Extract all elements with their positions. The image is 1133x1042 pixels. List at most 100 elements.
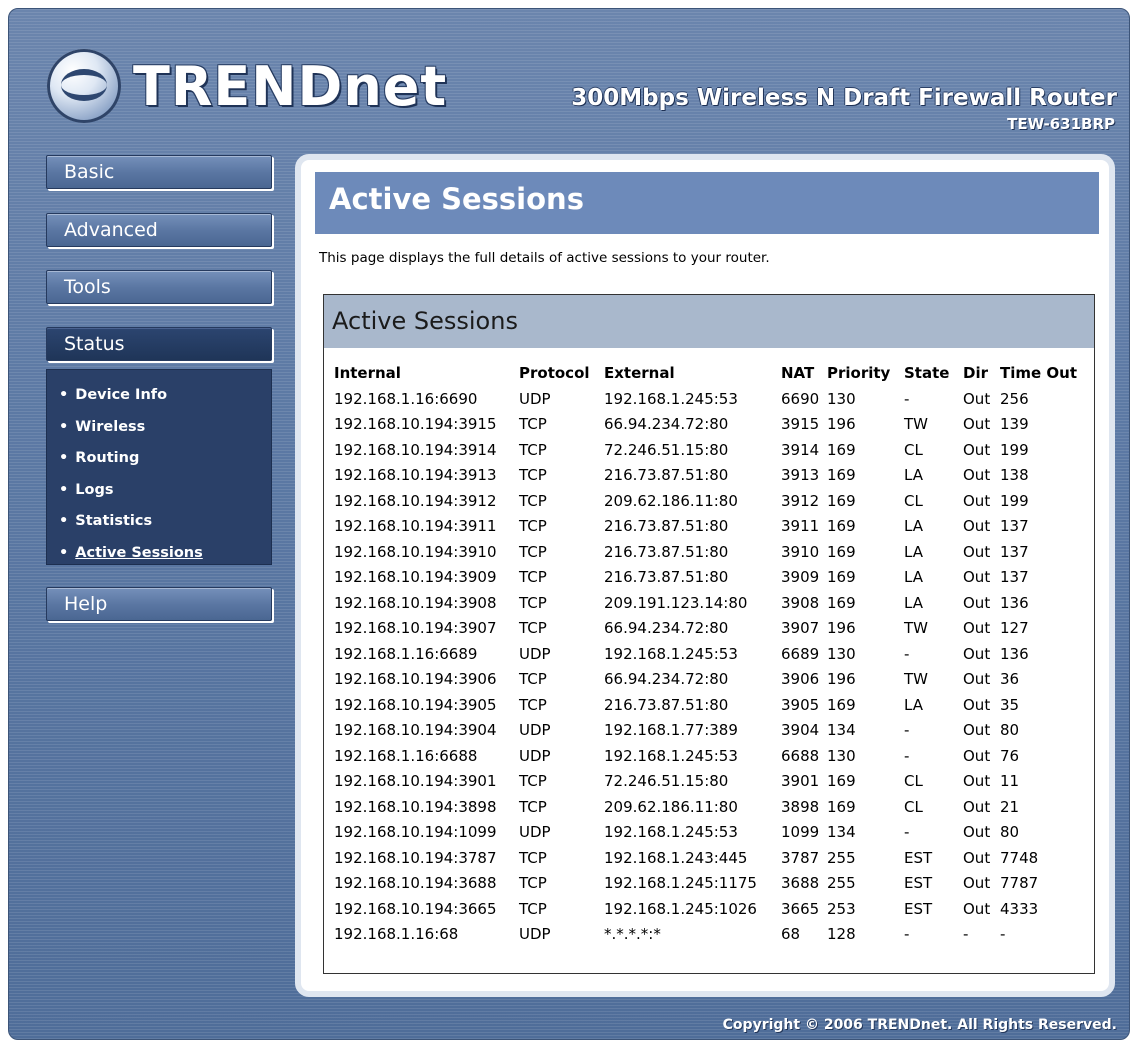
column-header: State [904, 364, 950, 382]
table-cell: 169 [827, 466, 856, 485]
column-header: Dir [963, 364, 988, 382]
page-description: This page displays the full details of a… [319, 250, 770, 266]
submenu-item-logs[interactable]: • Logs [47, 479, 271, 511]
nav-status-button[interactable]: Status [46, 327, 272, 361]
table-row: 192.168.10.194:3912 TCP 209.62.186.11:80 39… [334, 488, 1082, 514]
table-cell: 192.168.10.194:3915 [334, 415, 497, 434]
table-cell: 11 [1000, 772, 1020, 791]
table-cell: 3665 [781, 899, 820, 918]
table-row: 192.168.10.194:3665 TCP 192.168.1.245:1026… [334, 896, 1082, 922]
table-cell: TCP [519, 619, 547, 638]
model-number: TEW-631BRP [1007, 115, 1115, 133]
table-cell: Out [963, 695, 991, 714]
nav-basic-button[interactable]: Basic [46, 155, 272, 189]
table-cell: TCP [519, 568, 547, 587]
table-cell: 192.168.10.194:3911 [334, 517, 497, 536]
table-cell: 192.168.1.245:1026 [604, 899, 757, 918]
table-cell: 127 [1000, 619, 1029, 638]
table-cell: Out [963, 568, 991, 587]
table-cell: 6690 [781, 389, 820, 408]
table-cell: 3905 [781, 695, 820, 714]
table-cell: LA [904, 542, 923, 561]
table-cell: 192.168.10.194:3909 [334, 568, 497, 587]
table-cell: 192.168.10.194:3914 [334, 440, 497, 459]
bullet-icon: • [59, 544, 69, 561]
bullet-icon: • [59, 418, 69, 435]
table-cell: TCP [519, 517, 547, 536]
table-cell: 196 [827, 670, 856, 689]
column-header: Internal [334, 364, 401, 382]
table-cell: 7787 [1000, 874, 1039, 893]
table-cell: 3907 [781, 619, 820, 638]
table-cell: Out [963, 619, 991, 638]
table-row: 192.168.10.194:3914 TCP 72.246.51.15:80 391… [334, 437, 1082, 463]
table-cell: Out [963, 440, 991, 459]
submenu-item-wireless[interactable]: • Wireless [47, 416, 271, 448]
table-cell: TCP [519, 466, 547, 485]
status-submenu: • Device Info • Wireless • Routing • Logs • S… [46, 369, 272, 565]
nav-tools-button[interactable]: Tools [46, 270, 272, 304]
column-header: NAT [781, 364, 815, 382]
table-cell: - [904, 925, 910, 944]
page-title: Active Sessions [329, 182, 584, 216]
table-cell: Out [963, 874, 991, 893]
table-cell: Out [963, 670, 991, 689]
table-cell: Out [963, 899, 991, 918]
table-cell: 192.168.1.16:6689 [334, 644, 478, 663]
table-cell: LA [904, 517, 923, 536]
table-cell: - [963, 925, 969, 944]
table-cell: 169 [827, 593, 856, 612]
sessions-table-body: 192.168.1.16:6690 UDP 192.168.1.245:53 6690… [334, 386, 1082, 947]
table-row: 192.168.1.16:6690 UDP 192.168.1.245:53 6690… [334, 386, 1082, 412]
table-cell: Out [963, 542, 991, 561]
table-cell: - [1000, 925, 1006, 944]
table-cell: *.*.*.*:* [604, 925, 661, 944]
table-cell: UDP [519, 746, 551, 765]
table-cell: 216.73.87.51:80 [604, 517, 729, 536]
table-cell: 6689 [781, 644, 820, 663]
table-cell: Out [963, 517, 991, 536]
table-cell: 253 [827, 899, 856, 918]
table-cell: 130 [827, 746, 856, 765]
table-cell: 138 [1000, 466, 1029, 485]
box-header: Active Sessions [324, 295, 1094, 348]
nav-advanced-button[interactable]: Advanced [46, 213, 272, 247]
table-row: 192.168.10.194:3787 TCP 192.168.1.243:445 3… [334, 845, 1082, 871]
submenu-item-statistics[interactable]: • Statistics [47, 510, 271, 542]
table-cell: TCP [519, 848, 547, 867]
submenu-item-active-sessions[interactable]: • Active Sessions [47, 542, 271, 574]
table-cell: 209.62.186.11:80 [604, 491, 738, 510]
table-cell: 3898 [781, 797, 820, 816]
table-cell: Out [963, 491, 991, 510]
table-cell: 169 [827, 542, 856, 561]
table-cell: 192.168.1.77:389 [604, 721, 738, 740]
table-cell: Out [963, 721, 991, 740]
table-cell: 36 [1000, 670, 1020, 689]
table-cell: 169 [827, 772, 856, 791]
table-cell: 192.168.10.194:3905 [334, 695, 497, 714]
table-cell: 255 [827, 848, 856, 867]
table-cell: 192.168.10.194:3912 [334, 491, 497, 510]
table-cell: 196 [827, 619, 856, 638]
box-title: Active Sessions [332, 307, 518, 335]
table-cell: TCP [519, 491, 547, 510]
bullet-icon: • [59, 481, 69, 498]
table-cell: 209.191.123.14:80 [604, 593, 748, 612]
table-cell: LA [904, 695, 923, 714]
table-cell: TCP [519, 797, 547, 816]
trendnet-logo-icon [47, 49, 121, 123]
table-cell: 137 [1000, 542, 1029, 561]
table-cell: Out [963, 389, 991, 408]
table-cell: 216.73.87.51:80 [604, 568, 729, 587]
table-cell: 66.94.234.72:80 [604, 415, 729, 434]
nav-help-button[interactable]: Help [46, 587, 272, 621]
submenu-item-routing[interactable]: • Routing [47, 447, 271, 479]
submenu-item-device-info[interactable]: • Device Info [47, 384, 271, 416]
table-cell: TCP [519, 415, 547, 434]
table-cell: 4333 [1000, 899, 1039, 918]
active-sessions-box: Active Sessions Internal Protocol Extern… [323, 294, 1095, 974]
table-cell: 216.73.87.51:80 [604, 542, 729, 561]
table-cell: Out [963, 823, 991, 842]
table-cell: TCP [519, 899, 547, 918]
table-row: 192.168.1.16:68 UDP *.*.*.*:* 68 128 - - - [334, 922, 1082, 948]
